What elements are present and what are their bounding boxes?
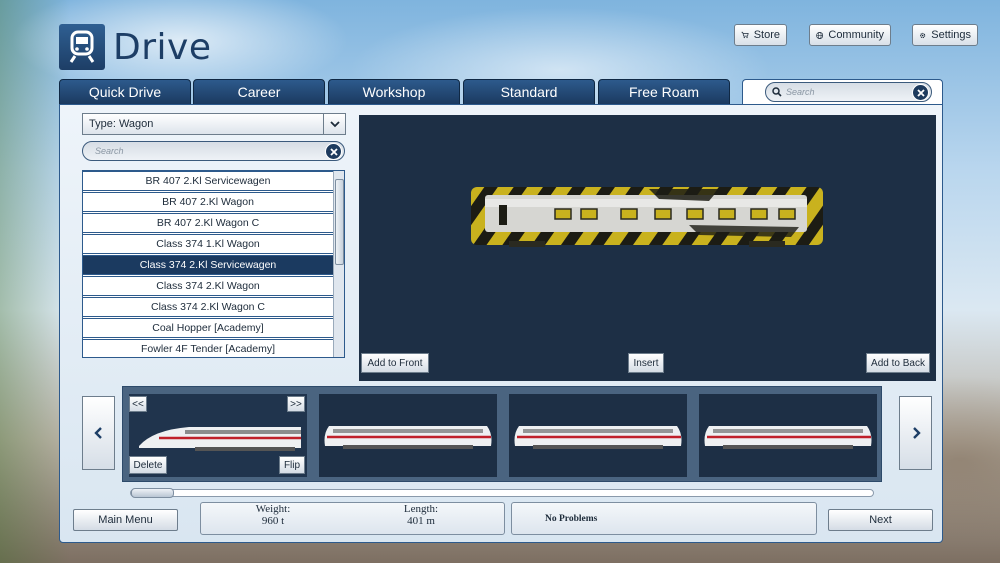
train-icon [59, 24, 105, 70]
search-placeholder: Search [786, 87, 815, 97]
problems-box: No Problems [511, 502, 817, 535]
wagon-image [704, 426, 872, 449]
scroll-left-button[interactable] [82, 396, 115, 470]
page-title: Drive [113, 26, 212, 68]
length-value: 401 m [407, 515, 435, 527]
type-filter-value: Type: Wagon [89, 118, 154, 130]
list-item[interactable]: BR 407 2.Kl Wagon [83, 192, 334, 212]
wagon-image [514, 426, 682, 449]
list-scrollbar[interactable] [333, 171, 344, 357]
scroll-right-button[interactable] [899, 396, 932, 470]
scrollbar-thumb[interactable] [131, 488, 174, 498]
chevron-down-icon [323, 114, 345, 134]
scrollbar-thumb[interactable] [335, 179, 344, 265]
tab-quick-drive[interactable]: Quick Drive [59, 79, 191, 105]
tab-workshop[interactable]: Workshop [328, 79, 460, 105]
add-to-front-button[interactable]: Add to Front [361, 353, 429, 373]
weight-label: Weight: [255, 503, 291, 515]
wagon-preview [359, 115, 936, 381]
app-logo: Drive [59, 24, 211, 70]
tab-label: Standard [500, 84, 558, 100]
chevron-left-icon [93, 427, 102, 439]
wagon-image [324, 426, 492, 449]
tab-label: Workshop [362, 84, 426, 100]
list-item[interactable]: Class 374 2.Kl Wagon [83, 276, 334, 296]
move-right-button[interactable]: >> [287, 396, 305, 412]
cart-icon [741, 31, 749, 39]
length-stat: Length: 401 m [399, 503, 443, 527]
problems-status: No Problems [545, 513, 598, 524]
search-placeholder: Search [95, 146, 124, 156]
settings-button[interactable]: Settings [912, 24, 978, 46]
weight-stat: Weight: 960 t [253, 503, 293, 527]
consist-scrollbar[interactable] [130, 488, 874, 498]
list-item[interactable]: Fowler 4F Tender [Academy] [83, 339, 334, 357]
consist-strip: << >> Delete Flip [122, 386, 882, 482]
consist-slot-selected[interactable]: << >> Delete Flip [129, 394, 307, 477]
list-item-selected[interactable]: Class 374 2.Kl Servicewagen [83, 255, 334, 275]
community-label: Community [828, 29, 884, 41]
global-search-input[interactable]: Search [765, 82, 932, 102]
tab-label: Quick Drive [88, 84, 162, 100]
tab-label: Career [237, 84, 281, 100]
wagon-search-input[interactable]: Search [82, 141, 345, 161]
list-item[interactable]: Coal Hopper [Academy] [83, 318, 334, 338]
insert-button[interactable]: Insert [628, 353, 664, 373]
flip-button[interactable]: Flip [279, 456, 305, 474]
list-item[interactable]: Class 374 1.Kl Wagon [83, 234, 334, 254]
delete-button[interactable]: Delete [129, 456, 167, 474]
tab-standard[interactable]: Standard [463, 79, 595, 105]
main-menu-button[interactable]: Main Menu [73, 509, 178, 531]
move-left-button[interactable]: << [129, 396, 147, 412]
consist-slot[interactable] [699, 394, 877, 477]
weight-value: 960 t [261, 515, 285, 527]
consist-stats: Weight: 960 t Length: 401 m [200, 502, 505, 535]
add-to-back-button[interactable]: Add to Back [866, 353, 930, 373]
chevron-right-icon [912, 427, 921, 439]
clear-search-icon[interactable] [325, 143, 342, 160]
wagon-list: BR 407 2.Kl Servicewagen BR 407 2.Kl Wag… [82, 170, 345, 358]
tab-label: Free Roam [628, 84, 700, 100]
wagon-model-image [471, 187, 823, 247]
store-button[interactable]: Store [734, 24, 787, 46]
search-icon [772, 87, 782, 97]
consist-slot[interactable] [509, 394, 687, 477]
tab-career[interactable]: Career [193, 79, 325, 105]
type-filter-dropdown[interactable]: Type: Wagon [82, 113, 346, 135]
list-item[interactable]: BR 407 2.Kl Servicewagen [83, 171, 334, 191]
clear-search-icon[interactable] [912, 84, 929, 101]
consist-slot[interactable] [319, 394, 497, 477]
settings-label: Settings [931, 29, 971, 41]
length-label: Length: [403, 503, 439, 515]
community-button[interactable]: Community [809, 24, 891, 46]
tab-free-roam[interactable]: Free Roam [598, 79, 730, 105]
gear-icon [920, 32, 926, 38]
globe-icon [816, 31, 824, 39]
store-label: Store [753, 29, 780, 41]
list-item[interactable]: BR 407 2.Kl Wagon C [83, 213, 334, 233]
list-item[interactable]: Class 374 2.Kl Wagon C [83, 297, 334, 317]
next-button[interactable]: Next [828, 509, 933, 531]
